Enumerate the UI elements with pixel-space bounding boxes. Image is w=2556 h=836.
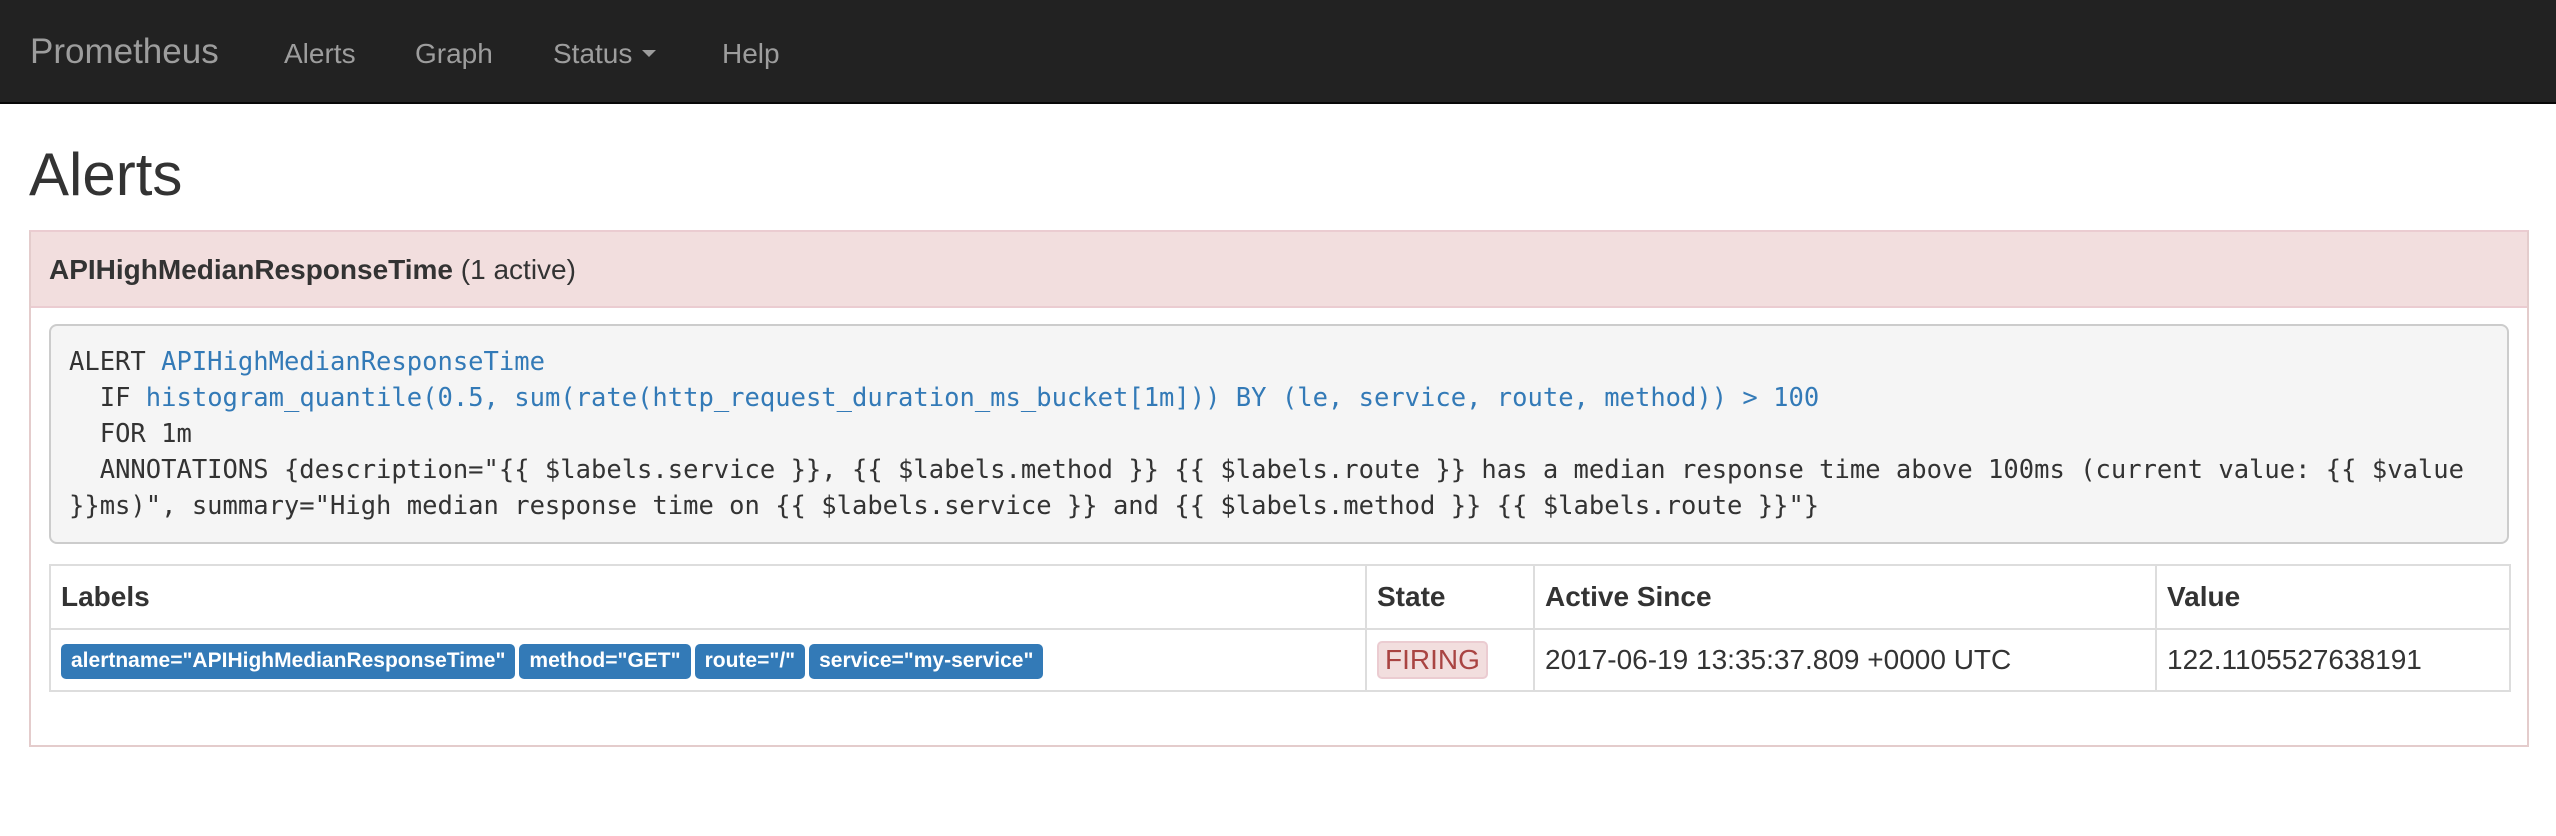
nav-status-label: Status [553,38,633,69]
alert-instances-table: Labels State Active Since Value alertnam… [49,564,2511,692]
nav-status-dropdown[interactable]: Status [553,0,657,104]
rule-alert-name-link[interactable]: APIHighMedianResponseTime [161,347,545,377]
header-active-since: Active Since [1533,564,2157,630]
header-state: State [1365,564,1535,630]
table-row: alertname="APIHighMedianResponseTime" met… [49,628,2511,692]
caret-down-icon [642,50,657,58]
rule-alert-keyword: ALERT [69,347,146,377]
alert-active-count: (1 active) [460,254,576,285]
nav-help[interactable]: Help [722,0,780,104]
active-since-cell: 2017-06-19 13:35:37.809 +0000 UTC [1533,628,2157,692]
rule-if-keyword: IF [99,383,131,413]
alert-heading-text: APIHighMedianResponseTime (1 active) [49,254,576,286]
header-value: Value [2155,564,2511,630]
header-labels: Labels [49,564,1367,630]
value-cell: 122.1105527638191 [2155,628,2511,692]
rule-annotations: ANNOTATIONS {description="{{ $labels.ser… [69,455,2480,521]
labels-cell: alertname="APIHighMedianResponseTime" met… [49,628,1367,692]
state-badge: FIRING [1377,641,1488,679]
brand-link[interactable]: Prometheus [30,0,219,104]
label-badge-method: method="GET" [519,643,691,679]
nav-graph[interactable]: Graph [415,0,493,104]
alert-panel-heading[interactable]: APIHighMedianResponseTime (1 active) [31,232,2527,308]
alert-rule-definition: ALERT APIHighMedianResponseTime IF histo… [49,324,2509,544]
alert-panel: APIHighMedianResponseTime (1 active) ALE… [29,230,2529,747]
page-title: Alerts [29,141,183,208]
navbar: Prometheus Alerts Graph Status Help [0,0,2556,104]
rule-expr-link[interactable]: histogram_quantile(0.5, sum(rate(http_re… [146,383,1819,413]
alert-name: APIHighMedianResponseTime [49,254,454,285]
state-cell: FIRING [1365,628,1535,692]
label-badge-service: service="my-service" [809,643,1044,679]
table-header-row: Labels State Active Since Value [49,564,2511,630]
label-badge-alertname: alertname="APIHighMedianResponseTime" [61,643,516,679]
label-badge-route: route="/" [694,643,806,679]
rule-for-line: FOR 1m [99,419,192,449]
nav-alerts[interactable]: Alerts [284,0,356,104]
